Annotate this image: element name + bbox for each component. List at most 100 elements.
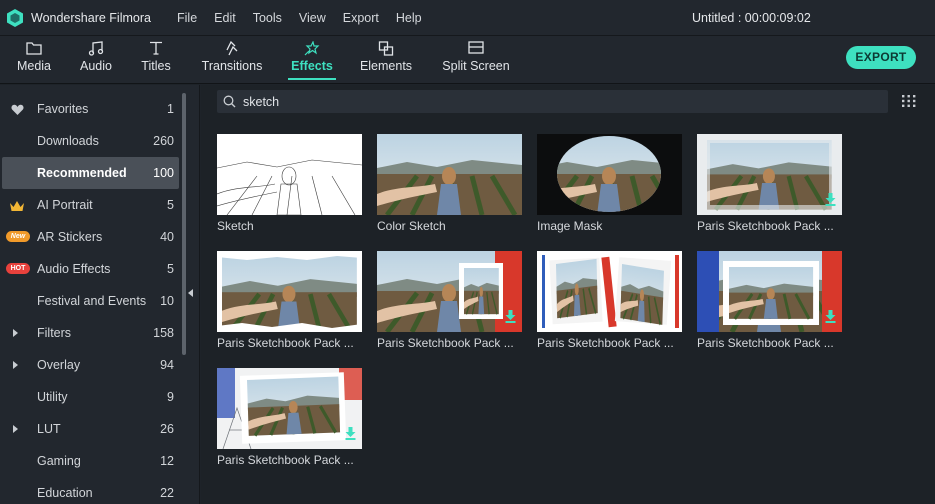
- sidebar-item-label: Audio Effects: [37, 262, 111, 276]
- effect-card[interactable]: Color Sketch: [377, 134, 522, 244]
- tab-media-label: Media: [16, 59, 52, 73]
- sidebar-item-label: Favorites: [37, 102, 89, 116]
- tab-split-screen[interactable]: Split Screen: [440, 36, 512, 84]
- sidebar-item-audio-effects[interactable]: HOT Audio Effects 5: [0, 253, 179, 285]
- effect-card[interactable]: Image Mask: [537, 134, 682, 244]
- effect-card[interactable]: Sketch: [217, 134, 362, 244]
- sidebar-scrollbar[interactable]: [182, 93, 186, 355]
- effect-label: Paris Sketchbook Pack ...: [217, 453, 354, 467]
- app-name: Wondershare Filmora: [31, 11, 151, 25]
- sidebar-item-label: Gaming: [37, 454, 81, 468]
- category-sidebar: Favorites 1 Downloads 260 Recommended 10…: [0, 85, 200, 504]
- tab-transitions-label: Transitions: [201, 59, 263, 73]
- effect-label: Image Mask: [537, 219, 603, 233]
- download-icon[interactable]: [825, 193, 836, 209]
- tab-effects-label: Effects: [291, 59, 333, 73]
- tab-elements[interactable]: Elements: [357, 36, 415, 84]
- menu-help[interactable]: Help: [396, 11, 422, 25]
- sidebar-item-count: 10: [160, 294, 174, 308]
- effect-label: Paris Sketchbook Pack ...: [217, 336, 354, 350]
- heart-icon: [11, 104, 24, 115]
- effect-thumbnail[interactable]: [217, 368, 362, 449]
- effect-thumbnail[interactable]: [377, 251, 522, 332]
- tab-audio[interactable]: Audio: [75, 36, 117, 84]
- sidebar-item-ar-stickers[interactable]: New AR Stickers 40: [0, 221, 179, 253]
- sidebar-item-label: AR Stickers: [37, 230, 103, 244]
- sidebar-item-favorites[interactable]: Favorites 1: [0, 93, 179, 125]
- menu-export[interactable]: Export: [343, 11, 379, 25]
- crown-icon: [10, 201, 24, 211]
- tab-titles[interactable]: Titles: [136, 36, 176, 84]
- effect-thumbnail[interactable]: [217, 134, 362, 215]
- sidebar-item-gaming[interactable]: Gaming 12: [0, 445, 179, 477]
- collapse-sidebar-icon[interactable]: [188, 289, 193, 297]
- effect-thumbnail[interactable]: [537, 251, 682, 332]
- menu-file[interactable]: File: [177, 11, 197, 25]
- download-icon[interactable]: [505, 310, 516, 326]
- sidebar-item-utility[interactable]: Utility 9: [0, 381, 179, 413]
- sidebar-item-ai-portrait[interactable]: AI Portrait 5: [0, 189, 179, 221]
- sidebar-item-label: Education: [37, 486, 93, 500]
- tab-split-screen-label: Split Screen: [442, 59, 510, 73]
- sidebar-item-education[interactable]: Education 22: [0, 477, 179, 504]
- search-box[interactable]: [217, 90, 888, 113]
- download-icon[interactable]: [825, 310, 836, 326]
- sidebar-item-count: 22: [160, 486, 174, 500]
- project-title: Untitled : 00:00:09:02: [692, 11, 811, 25]
- effect-card[interactable]: Paris Sketchbook Pack ...: [217, 368, 362, 478]
- tab-titles-label: Titles: [141, 59, 171, 73]
- sidebar-item-count: 100: [153, 166, 174, 180]
- effect-thumbnail[interactable]: [537, 134, 682, 215]
- menu-view[interactable]: View: [299, 11, 326, 25]
- sidebar-item-count: 5: [167, 262, 174, 276]
- expand-caret-icon[interactable]: [13, 329, 18, 337]
- sidebar-item-overlay[interactable]: Overlay 94: [0, 349, 179, 381]
- effect-thumbnail[interactable]: [697, 134, 842, 215]
- effects-panel: Sketch Color Sketch: [201, 85, 935, 504]
- sidebar-item-label: Downloads: [37, 134, 99, 148]
- sidebar-item-label: Utility: [37, 390, 68, 404]
- sidebar-item-downloads[interactable]: Downloads 260: [0, 125, 179, 157]
- effect-card[interactable]: Paris Sketchbook Pack ...: [217, 251, 362, 361]
- effect-label: Color Sketch: [377, 219, 446, 233]
- search-icon: [223, 95, 236, 108]
- tab-audio-label: Audio: [80, 59, 112, 73]
- sidebar-item-recommended[interactable]: Recommended 100: [2, 157, 179, 189]
- grid-view-icon[interactable]: [902, 95, 916, 107]
- download-icon[interactable]: [345, 427, 356, 443]
- menu-tools[interactable]: Tools: [253, 11, 282, 25]
- effect-card[interactable]: Paris Sketchbook Pack ...: [377, 251, 522, 361]
- expand-caret-icon[interactable]: [13, 425, 18, 433]
- sidebar-item-label: Festival and Events: [37, 294, 147, 308]
- sidebar-item-label: Overlay: [37, 358, 81, 372]
- active-tab-underline: [288, 78, 336, 80]
- effect-card[interactable]: Paris Sketchbook Pack ...: [697, 251, 842, 361]
- sidebar-item-festival-events[interactable]: Festival and Events 10: [0, 285, 179, 317]
- sidebar-item-count: 26: [160, 422, 174, 436]
- export-button[interactable]: EXPORT: [846, 46, 916, 69]
- effect-label: Paris Sketchbook Pack ...: [537, 336, 674, 350]
- effect-card[interactable]: Paris Sketchbook Pack ...: [537, 251, 682, 361]
- tab-media[interactable]: Media: [12, 36, 56, 84]
- sidebar-item-count: 9: [167, 390, 174, 404]
- sidebar-item-count: 158: [153, 326, 174, 340]
- sidebar-item-filters[interactable]: Filters 158: [0, 317, 179, 349]
- effect-thumbnail[interactable]: [697, 251, 842, 332]
- effect-card[interactable]: Paris Sketchbook Pack ...: [697, 134, 842, 244]
- expand-caret-icon[interactable]: [13, 361, 18, 369]
- sparkle-icon: [304, 41, 320, 56]
- transition-icon: [226, 41, 238, 56]
- music-note-icon: [88, 41, 104, 56]
- main-toolbar: Media Audio Titles Transitions Effects E…: [0, 36, 935, 84]
- effect-label: Sketch: [217, 219, 254, 233]
- effect-thumbnail[interactable]: [377, 134, 522, 215]
- tab-effects[interactable]: Effects: [288, 36, 336, 84]
- search-input[interactable]: [243, 90, 873, 113]
- sidebar-item-lut[interactable]: LUT 26: [0, 413, 179, 445]
- sidebar-item-count: 40: [160, 230, 174, 244]
- effect-thumbnail[interactable]: [217, 251, 362, 332]
- split-screen-icon: [468, 41, 484, 54]
- menu-edit[interactable]: Edit: [214, 11, 236, 25]
- tab-transitions[interactable]: Transitions: [199, 36, 265, 84]
- hot-badge: HOT: [6, 263, 30, 274]
